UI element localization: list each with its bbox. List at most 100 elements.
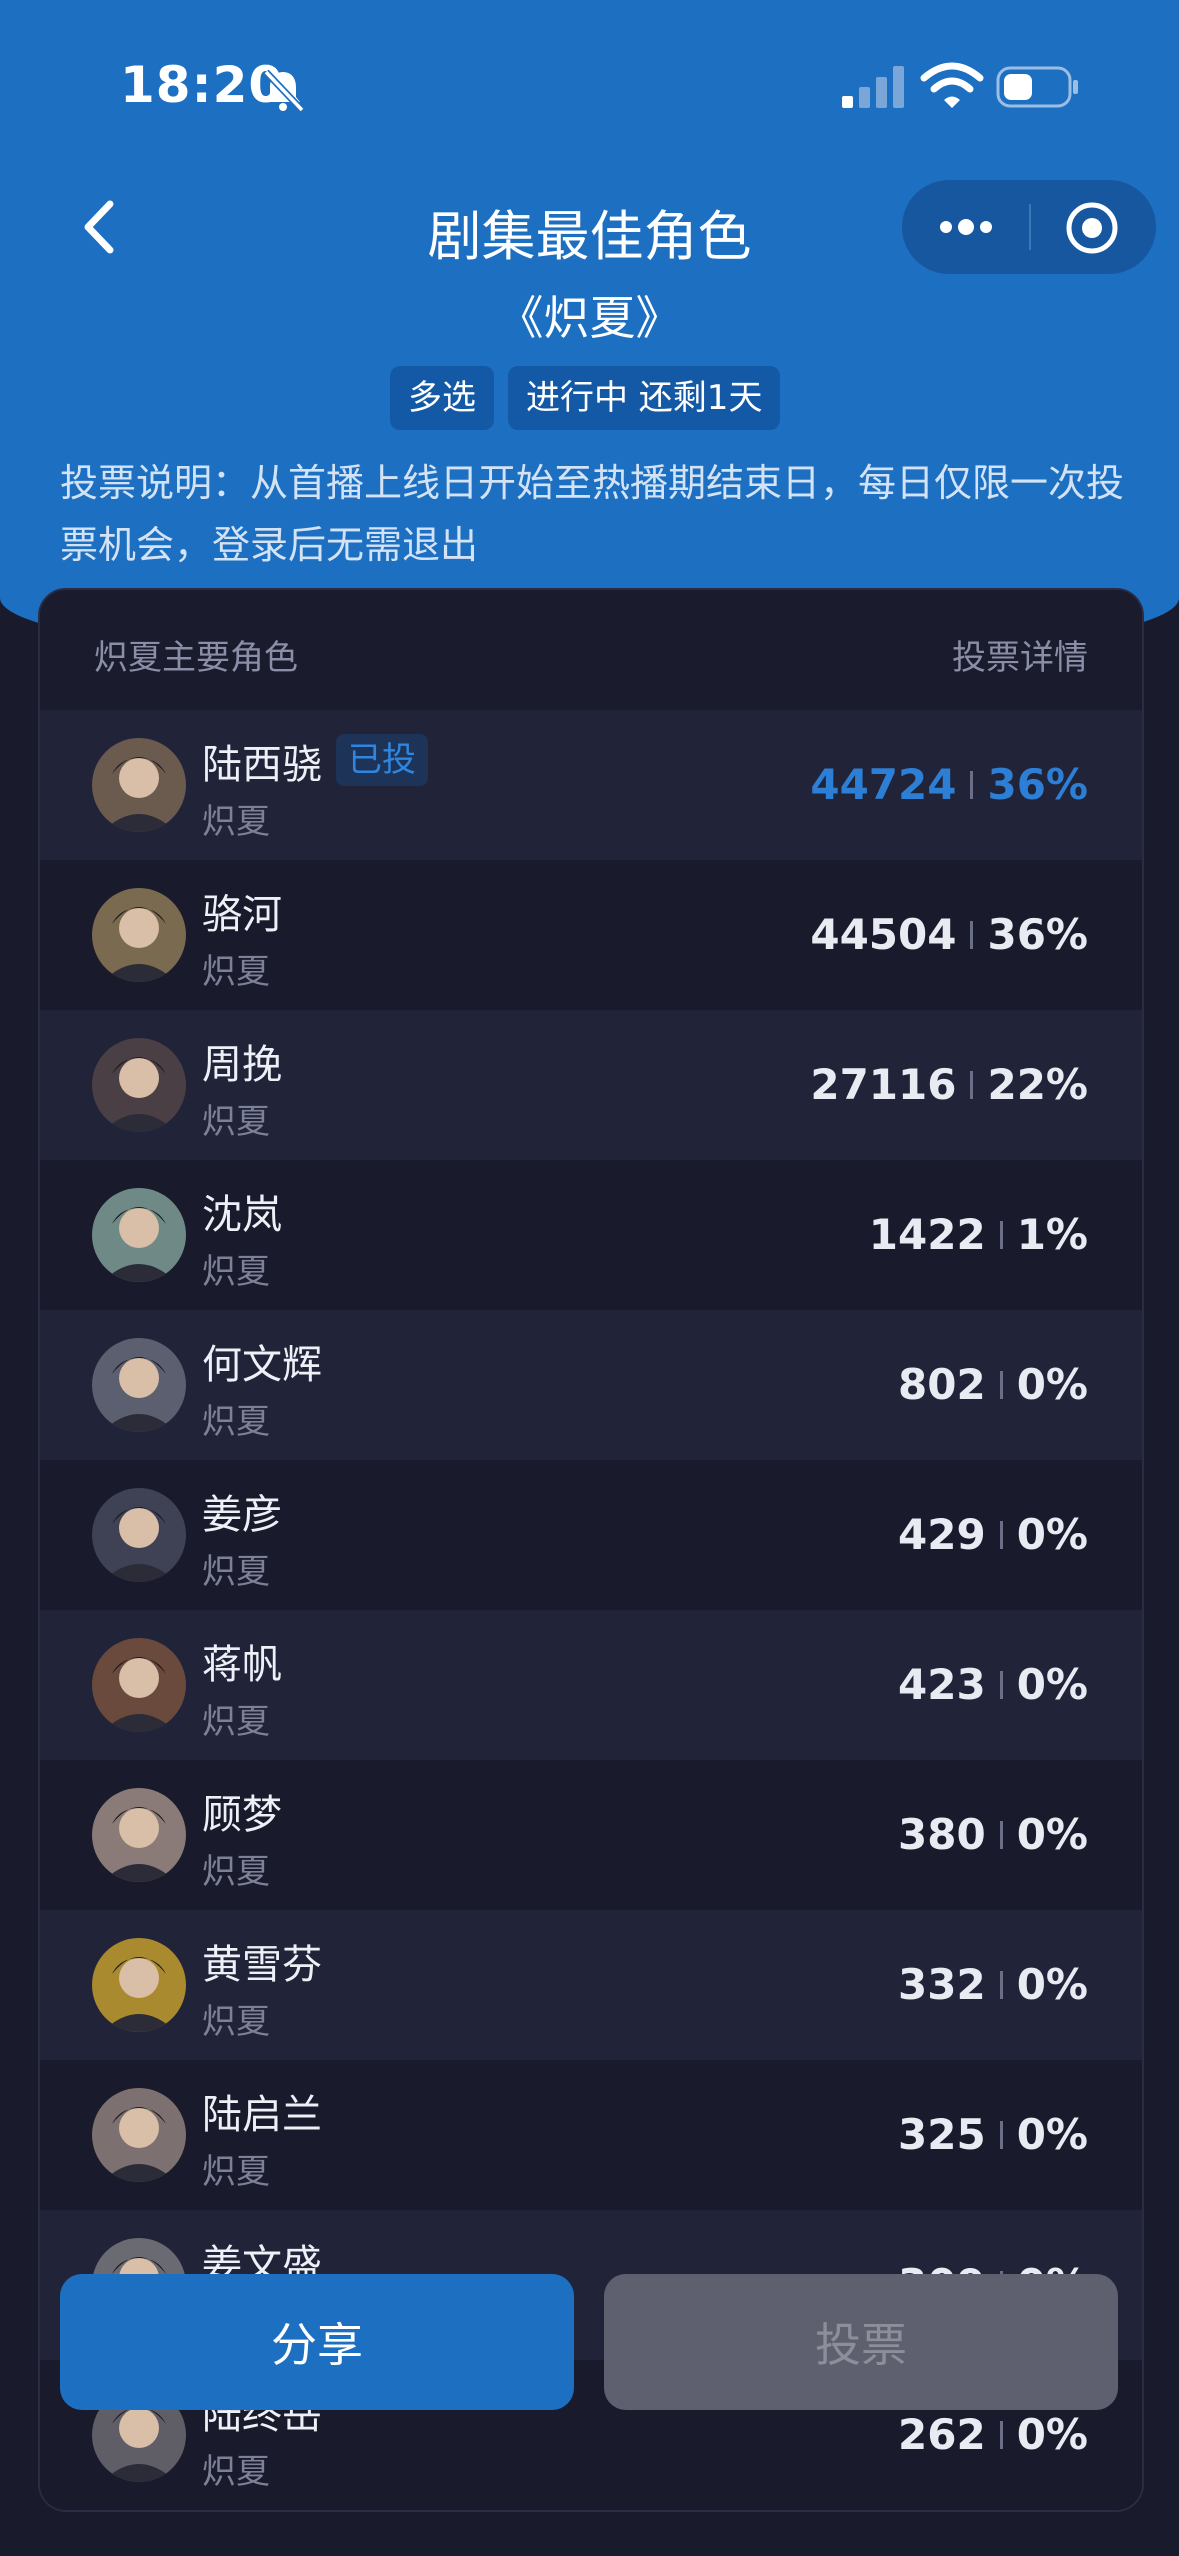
mini-program-capsule (902, 180, 1156, 274)
candidate-name: 黄雪芬 (202, 1942, 322, 1988)
vote-stats: 44504 36% (810, 910, 1088, 959)
avatar (92, 1038, 186, 1132)
candidate-row[interactable]: 蒋帆炽夏 423 0% (40, 1610, 1142, 1760)
capsule-divider (1029, 204, 1031, 250)
candidate-drama: 炽夏 (202, 1252, 270, 1292)
vote-stats: 380 0% (898, 1810, 1088, 1859)
multi-select-tag: 多选 (390, 366, 494, 430)
stat-divider (999, 1220, 1003, 1249)
candidate-row[interactable]: 骆河炽夏 44504 36% (40, 860, 1142, 1010)
vote-count: 44724 (810, 760, 957, 809)
vote-button[interactable]: 投票 (604, 2274, 1118, 2410)
stat-divider (970, 770, 974, 799)
candidate-name: 顾梦 (202, 1792, 282, 1838)
stat-divider (999, 1670, 1003, 1699)
candidate-row[interactable]: 顾梦炽夏 380 0% (40, 1760, 1142, 1910)
candidate-name: 陆西骁 (202, 742, 322, 788)
wifi-icon (920, 62, 984, 108)
candidate-name: 周挽 (202, 1042, 282, 1088)
candidate-name: 陆启兰 (202, 2092, 322, 2138)
vote-stats: 802 0% (898, 1360, 1088, 1409)
cell-signal-icon (842, 66, 904, 108)
vote-count: 380 (898, 1810, 986, 1859)
list-header: 炽夏主要角色 投票详情 (40, 590, 1142, 710)
candidate-drama: 炽夏 (202, 1702, 270, 1742)
avatar (92, 1788, 186, 1882)
candidate-row[interactable]: 陆启兰炽夏 325 0% (40, 2060, 1142, 2210)
vote-count: 429 (898, 1510, 986, 1559)
progress-tag: 进行中 还剩1天 (508, 366, 781, 430)
candidate-row[interactable]: 周挽炽夏 27116 22% (40, 1010, 1142, 1160)
candidate-drama: 炽夏 (202, 952, 270, 992)
avatar (92, 2088, 186, 2182)
more-icon[interactable] (934, 206, 998, 248)
candidate-drama: 炽夏 (202, 1552, 270, 1592)
vote-stats: 429 0% (898, 1510, 1088, 1559)
vote-percent: 22% (987, 1060, 1088, 1109)
vote-percent: 0% (1016, 1960, 1088, 2009)
stat-divider (999, 1970, 1003, 1999)
status-tags: 多选 进行中 还剩1天 (390, 366, 781, 430)
vote-count: 802 (898, 1360, 986, 1409)
candidate-drama: 炽夏 (202, 2002, 270, 2042)
vote-percent: 0% (1016, 1660, 1088, 1709)
candidate-row[interactable]: 何文辉 炽夏 802 0% (40, 1310, 1142, 1460)
avatar (92, 1488, 186, 1582)
vote-notice: 投票说明：从首播上线日开始至热播期结束日，每日仅限一次投票机会，登录后无需退出 (60, 461, 1125, 567)
candidate-rows: 陆西骁 已投 炽夏 44724 36% 骆河 炽夏 44504 36% 周挽 炽夏 27116 22% 沈… (40, 710, 1142, 2510)
candidate-row[interactable]: 陆西骁 已投炽夏 44724 36% (40, 710, 1142, 860)
vote-count: 262 (898, 2410, 986, 2459)
candidate-name: 骆河 (202, 892, 282, 938)
list-header-characters: 炽夏主要角色 (94, 638, 298, 678)
vote-stats: 27116 22% (810, 1060, 1088, 1109)
candidate-name: 何文辉 (202, 1342, 322, 1388)
stat-divider (999, 1520, 1003, 1549)
vote-percent: 0% (1016, 1810, 1088, 1859)
close-target-icon[interactable] (1064, 200, 1120, 256)
candidate-drama: 炽夏 (202, 1102, 270, 1142)
vote-count: 325 (898, 2110, 986, 2159)
drama-name: 《炽夏》 (497, 291, 682, 345)
vote-count: 332 (898, 1960, 986, 2009)
bell-muted-icon (263, 69, 305, 113)
candidate-name: 蒋帆 (202, 1642, 282, 1688)
vote-stats: 332 0% (898, 1960, 1088, 2009)
candidate-row[interactable]: 姜彦炽夏 429 0% (40, 1460, 1142, 1610)
avatar (92, 1188, 186, 1282)
battery-icon (996, 66, 1078, 108)
avatar (92, 888, 186, 982)
candidate-list-card: 炽夏主要角色 投票详情 陆西骁 已投 炽夏 44724 36% 骆河 炽夏 44504 36% 周… (38, 588, 1144, 2512)
vote-count: 1422 (868, 1210, 986, 1259)
vote-count: 44504 (810, 910, 957, 959)
candidate-drama: 炽夏 (202, 1852, 270, 1892)
vote-percent: 0% (1016, 2410, 1088, 2459)
candidate-row[interactable]: 沈岚 炽夏 1422 1% (40, 1160, 1142, 1310)
vote-percent: 0% (1016, 1510, 1088, 1559)
avatar (92, 1338, 186, 1432)
voted-badge: 已投 (336, 734, 428, 786)
vote-stats: 423 0% (898, 1660, 1088, 1709)
vote-stats: 262 0% (898, 2410, 1088, 2459)
candidate-drama: 炽夏 (202, 802, 270, 842)
candidate-name: 姜彦 (202, 1492, 282, 1538)
stat-divider (970, 1070, 974, 1099)
stat-divider (999, 2420, 1003, 2449)
vote-count: 423 (898, 1660, 986, 1709)
vote-stats: 325 0% (898, 2110, 1088, 2159)
candidate-row[interactable]: 黄雪芬炽夏 332 0% (40, 1910, 1142, 2060)
vote-percent: 0% (1016, 2110, 1088, 2159)
vote-percent: 1% (1016, 1210, 1088, 1259)
candidate-drama: 炽夏 (202, 2452, 270, 2492)
share-button[interactable]: 分享 (60, 2274, 574, 2410)
vote-percent: 0% (1016, 1360, 1088, 1409)
vote-stats: 44724 36% (810, 760, 1088, 809)
vote-percent: 36% (987, 760, 1088, 809)
vote-percent: 36% (987, 910, 1088, 959)
stat-divider (999, 2120, 1003, 2149)
avatar (92, 1638, 186, 1732)
list-header-vote-details: 投票详情 (952, 638, 1088, 678)
vote-stats: 1422 1% (869, 1210, 1088, 1259)
avatar (92, 1938, 186, 2032)
candidate-drama: 炽夏 (202, 2152, 270, 2192)
avatar (92, 738, 186, 832)
